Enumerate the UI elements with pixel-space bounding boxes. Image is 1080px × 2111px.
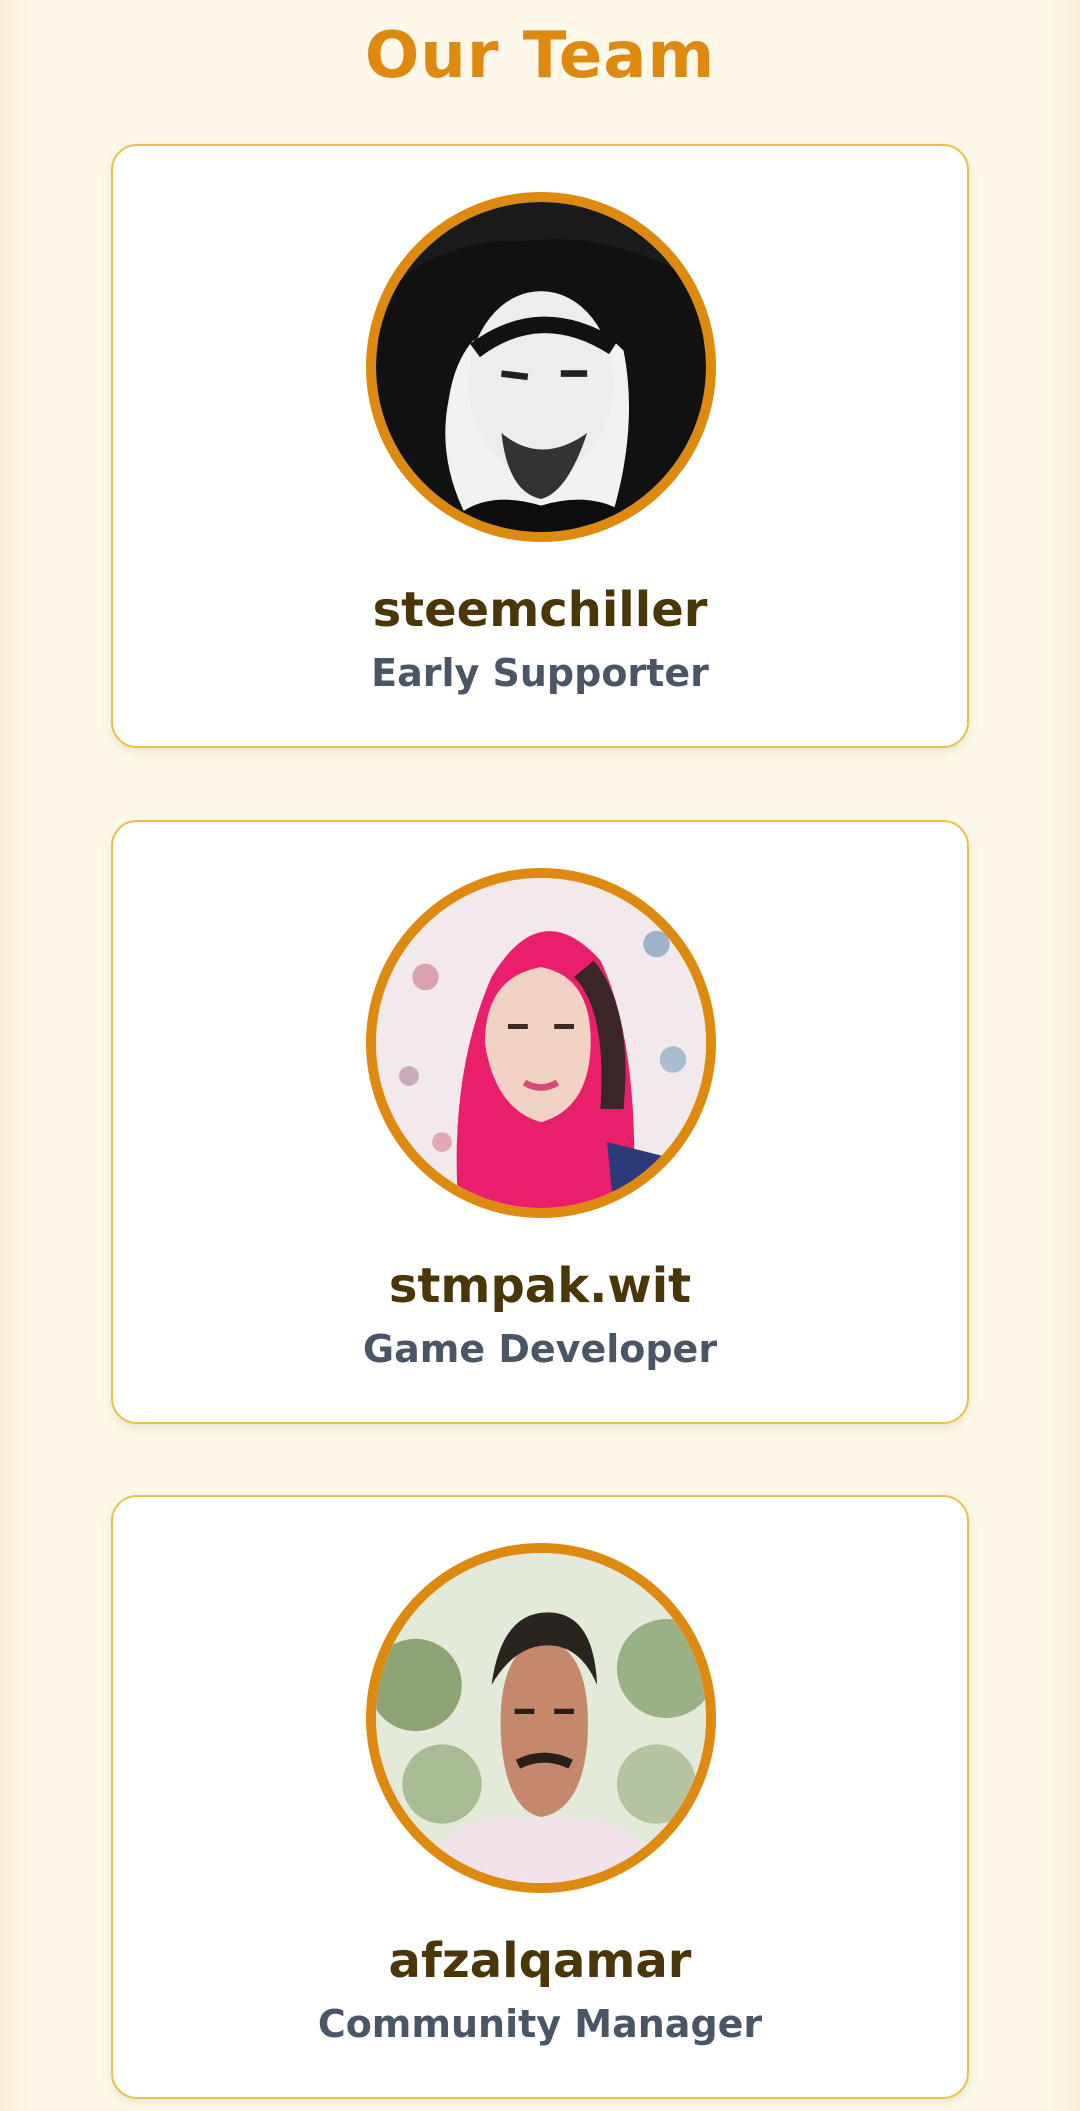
member-name: stmpak.wit xyxy=(388,1258,692,1314)
member-role: Game Developer xyxy=(362,1327,718,1371)
member-photo xyxy=(376,878,706,1208)
team-member-card: steemchiller Early Supporter xyxy=(111,144,969,748)
page-title: Our Team xyxy=(364,19,716,93)
member-photo xyxy=(376,202,706,532)
member-name: afzalqamar xyxy=(388,1933,692,1989)
page-edge-left xyxy=(0,0,34,2111)
member-role: Early Supporter xyxy=(371,651,709,695)
member-role: Community Manager xyxy=(317,2002,763,2046)
team-member-card: stmpak.wit Game Developer xyxy=(111,820,969,1424)
member-name: steemchiller xyxy=(372,582,708,638)
avatar xyxy=(366,868,716,1218)
avatar xyxy=(366,192,716,542)
page-edge-right xyxy=(1046,0,1080,2111)
team-member-card: afzalqamar Community Manager xyxy=(111,1495,969,2099)
avatar xyxy=(366,1543,716,1893)
member-photo xyxy=(376,1553,706,1883)
